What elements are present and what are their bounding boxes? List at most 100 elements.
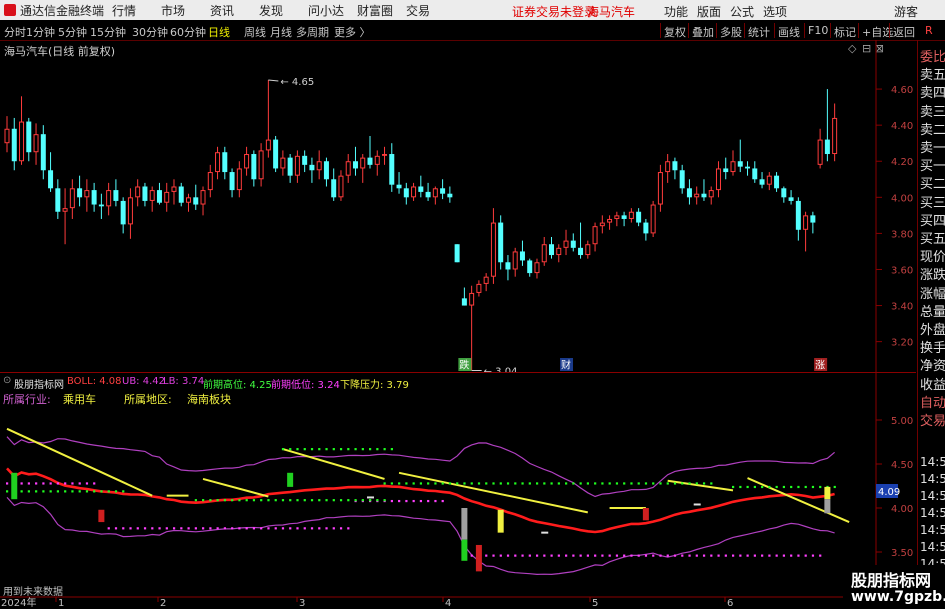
level-dot [753, 554, 756, 557]
level-dot [427, 499, 430, 503]
tool-button[interactable]: 画线 [778, 24, 800, 40]
period-tab[interactable]: 15分钟 [90, 24, 126, 40]
period-tab[interactable]: 分时 [4, 24, 26, 40]
watermark-title: 股朋指标网 [851, 571, 932, 590]
level-dot [768, 485, 771, 489]
candle-body-up [382, 154, 388, 156]
signal-bar [98, 509, 105, 523]
guest-button[interactable]: 游客 [894, 3, 918, 20]
level-dot [637, 482, 640, 485]
candle-body-up [215, 152, 221, 173]
menu-item[interactable]: 行情 [112, 2, 161, 19]
signal-bar [287, 472, 294, 487]
right-menu: 功能 版面 公式 选项 [664, 3, 796, 20]
candle-body-up [534, 262, 540, 274]
level-dot [64, 490, 67, 493]
legend-ub: UB: 4.42 [122, 376, 165, 387]
period-tab[interactable]: 30分钟 [132, 24, 168, 40]
menu-item[interactable]: 市场 [161, 2, 210, 19]
period-tab[interactable]: 月线 [270, 24, 292, 40]
candle-body-down [672, 161, 678, 171]
level-dot [543, 554, 546, 557]
candle-body-down [77, 188, 83, 198]
level-dot [673, 482, 677, 485]
level-dot [434, 499, 437, 503]
indicator-settings-icon[interactable]: ⊙ [3, 375, 11, 386]
level-dot [252, 499, 256, 502]
boll-indicator-chart[interactable]: 5.004.504.003.504.092024年 1 2 3 4 5 6 [0, 373, 917, 608]
period-tab[interactable]: 5分钟 [58, 24, 87, 40]
period-tab[interactable]: 1分钟 [26, 24, 55, 40]
candle-body-down [142, 186, 148, 201]
level-dot [594, 482, 597, 485]
menu-item[interactable]: 财富圈 [357, 2, 406, 19]
side-label[interactable]: 自动 [920, 392, 945, 411]
right-menu-item[interactable]: 公式 [730, 5, 754, 19]
tool-button[interactable]: 标记 [834, 24, 856, 40]
tool-button[interactable]: 返回 [893, 24, 915, 40]
candle-body-up [614, 215, 620, 219]
menu-item[interactable]: 问小达 [308, 2, 357, 19]
level-dot [27, 490, 30, 493]
tool-button[interactable]: F10 [808, 24, 828, 37]
industry-value: 乘用车 [63, 393, 96, 406]
candle-body-up [171, 186, 177, 192]
level-dot [652, 482, 655, 485]
period-tab[interactable]: 多周期 [296, 24, 329, 40]
level-dot [586, 554, 589, 557]
tool-button[interactable]: 复权 [664, 24, 686, 40]
right-menu-item[interactable]: 功能 [664, 5, 688, 19]
login-status[interactable]: 证券交易未登录 [512, 3, 596, 20]
tool-button[interactable]: 叠加 [692, 24, 714, 40]
event-marker[interactable]: 财 [561, 359, 571, 372]
menu-item[interactable]: 资讯 [210, 2, 259, 19]
level-dot [296, 527, 299, 530]
level-dot [398, 482, 401, 485]
candle-body-down [527, 260, 533, 274]
level-dot [238, 499, 241, 502]
candle-body-down [461, 298, 467, 306]
level-dot [6, 482, 9, 485]
level-dot [746, 485, 749, 489]
event-marker[interactable]: 跌 [459, 359, 469, 372]
candle-body-down [440, 188, 446, 194]
candle-body-down [425, 191, 431, 198]
level-dot [790, 485, 793, 489]
level-dot [202, 499, 205, 502]
candle-body-up [592, 226, 598, 245]
pressure-line [747, 477, 850, 523]
level-dot [310, 527, 314, 530]
candlestick-chart[interactable]: 4.604.404.204.003.803.603.403.20← 4.65← … [0, 40, 917, 372]
level-dot [339, 527, 343, 530]
side-label: 买五 [920, 232, 945, 247]
event-marker[interactable]: 涨 [815, 360, 825, 372]
level-dot [332, 448, 335, 451]
menu-item[interactable]: 发现 [259, 2, 308, 19]
price-tick-label: 3.20 [891, 338, 913, 349]
period-tab[interactable]: 周线 [244, 24, 266, 40]
candle-body-down [549, 244, 554, 256]
candle-body-down [156, 190, 162, 203]
level-dot [390, 499, 393, 503]
tool-button[interactable]: 多股 [720, 24, 742, 40]
level-dot [252, 527, 256, 530]
level-dot [441, 499, 444, 503]
level-dot [470, 482, 473, 485]
right-menu-item[interactable]: 选项 [763, 5, 787, 19]
period-tab[interactable]: 60分钟 [170, 24, 206, 40]
side-label: 净资 [920, 359, 945, 375]
candle-body-down [578, 247, 584, 256]
level-dot [122, 527, 125, 530]
period-tab[interactable]: 日线 [208, 24, 230, 40]
tool-r-button[interactable]: R [925, 24, 933, 37]
legend-prev-high: 前期高位: 4.25 [203, 380, 272, 391]
period-tab[interactable]: 更多 〉 [334, 24, 371, 40]
side-label[interactable]: 交易 [920, 410, 945, 429]
level-dot [557, 554, 560, 557]
right-menu-item[interactable]: 版面 [697, 5, 721, 19]
level-dot [42, 490, 45, 493]
tool-button[interactable]: 统计 [748, 24, 770, 40]
toolbar-separator [660, 23, 661, 38]
menu-item[interactable]: 交易 [406, 2, 455, 19]
candle-body-down [40, 134, 46, 171]
